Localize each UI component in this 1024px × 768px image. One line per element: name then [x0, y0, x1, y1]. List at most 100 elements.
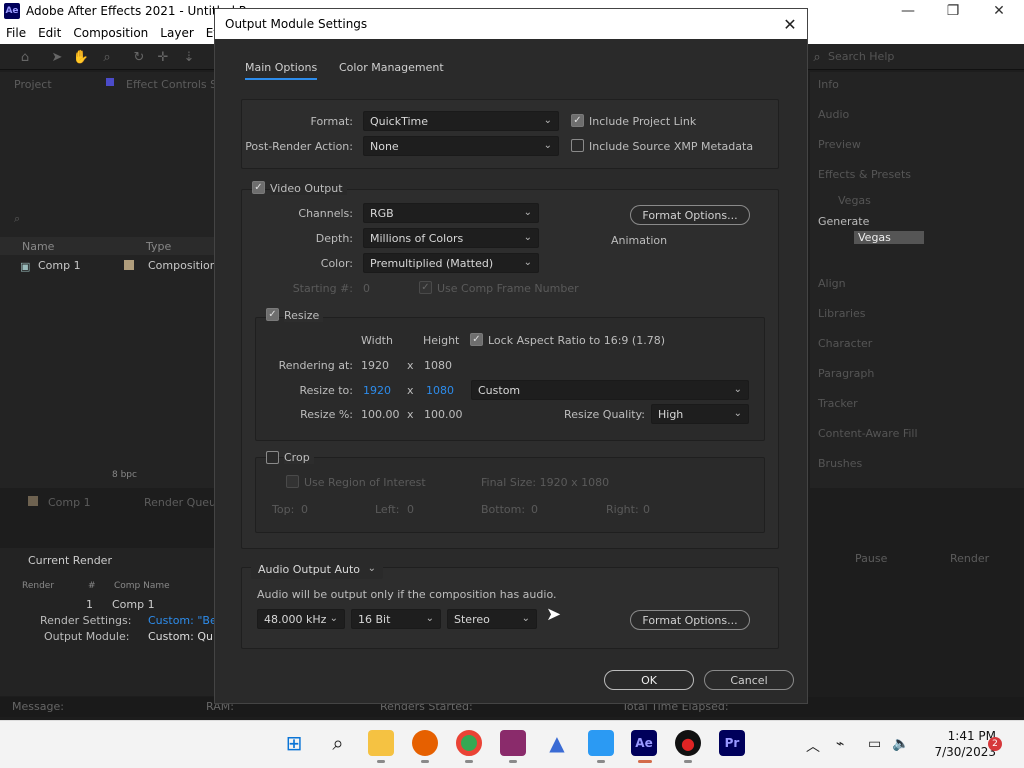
- align-panel-tab[interactable]: Align: [818, 277, 846, 290]
- paragraph-panel-tab[interactable]: Paragraph: [818, 367, 874, 380]
- render-column-header[interactable]: Render: [22, 581, 54, 591]
- menu-edit[interactable]: Edit: [38, 26, 61, 40]
- resize-preset-select[interactable]: Custom ⌄: [471, 380, 749, 400]
- notification-badge[interactable]: 2: [988, 737, 1002, 751]
- project-search-icon[interactable]: ⌕: [14, 212, 20, 226]
- clock[interactable]: 1:41 PM 7/30/2023: [918, 728, 996, 760]
- winrar-icon[interactable]: [500, 730, 526, 756]
- name-column-header[interactable]: Name: [22, 240, 54, 253]
- hand-tool-icon[interactable]: ✋: [72, 48, 90, 66]
- render-button[interactable]: Render: [950, 552, 989, 565]
- video-format-options-button[interactable]: Format Options...: [630, 205, 750, 225]
- preview-panel-tab[interactable]: Preview: [818, 138, 861, 151]
- rotate-tool-icon[interactable]: ↻: [130, 48, 148, 66]
- tab-main-options[interactable]: Main Options: [245, 61, 318, 80]
- anchor-tool-icon[interactable]: ✛: [154, 48, 172, 66]
- inkscape-icon[interactable]: ▲: [544, 730, 570, 756]
- info-panel-tab[interactable]: Info: [818, 78, 839, 91]
- tracker-panel-tab[interactable]: Tracker: [818, 397, 858, 410]
- home-icon[interactable]: ⌂: [16, 48, 34, 66]
- color-select[interactable]: Premultiplied (Matted) ⌄: [363, 253, 539, 273]
- include-xmp-checkbox[interactable]: [571, 139, 584, 152]
- after-effects-taskbar-icon[interactable]: Ae: [631, 730, 657, 756]
- character-panel-tab[interactable]: Character: [818, 337, 872, 350]
- video-output-checkbox[interactable]: ✓: [252, 181, 265, 194]
- windows-start-icon[interactable]: ⊞: [281, 730, 307, 756]
- post-render-action-select[interactable]: None ⌄: [363, 136, 559, 156]
- message-label: Message:: [12, 700, 64, 713]
- menu-layer[interactable]: Layer: [160, 26, 193, 40]
- resize-width-field[interactable]: 1920: [363, 384, 391, 397]
- ok-button[interactable]: OK: [604, 670, 694, 690]
- effects-search-field[interactable]: Vegas: [838, 194, 871, 207]
- render-queue-tab[interactable]: Render Queue: [144, 496, 223, 509]
- audio-output-select[interactable]: Audio Output Auto ⌄: [251, 559, 383, 579]
- recorder-icon[interactable]: ●: [675, 730, 701, 756]
- render-item-comp[interactable]: Comp 1: [112, 598, 155, 611]
- firefox-icon[interactable]: [412, 730, 438, 756]
- pan-behind-tool-icon[interactable]: ⇣: [180, 48, 198, 66]
- format-select[interactable]: QuickTime ⌄: [363, 111, 559, 131]
- depth-select[interactable]: Millions of Colors ⌄: [363, 228, 539, 248]
- dialog-close-icon[interactable]: ✕: [779, 13, 801, 35]
- premiere-icon[interactable]: Pr: [719, 730, 745, 756]
- network-off-icon[interactable]: ⌁: [836, 736, 844, 752]
- selection-tool-icon[interactable]: ➤: [48, 48, 66, 66]
- cancel-button[interactable]: Cancel: [704, 670, 794, 690]
- include-project-link-checkbox[interactable]: ✓: [571, 114, 584, 127]
- libraries-panel-tab[interactable]: Libraries: [818, 307, 866, 320]
- zoom-tool-icon[interactable]: ⌕: [98, 48, 116, 66]
- project-tab[interactable]: Project: [14, 78, 52, 91]
- comp-name-column-header[interactable]: Comp Name: [114, 581, 170, 591]
- volume-icon[interactable]: 🔈: [892, 736, 909, 752]
- menu-file[interactable]: File: [6, 26, 26, 40]
- dialog-title: Output Module Settings: [225, 17, 368, 31]
- crop-section: [255, 457, 765, 533]
- lock-aspect-ratio-checkbox[interactable]: ✓: [470, 333, 483, 346]
- search-icon[interactable]: ⌕: [808, 48, 826, 66]
- tray-chevron-up-icon[interactable]: ︿: [806, 736, 820, 756]
- bit-depth-value: 16 Bit: [358, 612, 391, 626]
- chrome-icon[interactable]: [456, 730, 482, 756]
- dialog-titlebar: Output Module Settings: [215, 9, 807, 39]
- resize-height-field[interactable]: 1080: [426, 384, 454, 397]
- menu-composition[interactable]: Composition: [73, 26, 148, 40]
- crop-right-value: 0: [643, 503, 650, 516]
- resize-label: Resize: [284, 309, 324, 322]
- sample-rate-select[interactable]: 48.000 kHz ⌄: [257, 609, 345, 629]
- content-aware-fill-panel-tab[interactable]: Content-Aware Fill: [818, 427, 918, 440]
- audio-format-options-button[interactable]: Format Options...: [630, 610, 750, 630]
- type-column-header[interactable]: Type: [146, 240, 171, 253]
- resize-percent-label: Resize %:: [300, 408, 353, 421]
- generate-category[interactable]: Generate: [818, 215, 869, 228]
- app-close-icon[interactable]: ✕: [976, 0, 1022, 22]
- resize-checkbox[interactable]: ✓: [266, 308, 279, 321]
- rendering-x: x: [407, 359, 414, 372]
- audio-output-section: [241, 567, 779, 649]
- display-icon[interactable]: ▭: [868, 736, 881, 752]
- file-explorer-icon[interactable]: [368, 730, 394, 756]
- bit-depth-select[interactable]: 16 Bit ⌄: [351, 609, 441, 629]
- tab-color-management[interactable]: Color Management: [339, 61, 444, 74]
- maximize-icon[interactable]: ❐: [930, 0, 976, 22]
- comp-tab[interactable]: Comp 1: [48, 496, 91, 509]
- search-help-field[interactable]: Search Help: [828, 50, 894, 63]
- pause-button[interactable]: Pause: [855, 552, 887, 565]
- resize-quality-select[interactable]: High ⌄: [651, 404, 749, 424]
- crop-top-value: 0: [301, 503, 308, 516]
- search-taskbar-icon[interactable]: ⌕: [325, 730, 351, 756]
- channels-select[interactable]: RGB ⌄: [363, 203, 539, 223]
- crop-checkbox[interactable]: [266, 451, 279, 464]
- after-effects-logo-icon: Ae: [4, 3, 20, 19]
- brushes-panel-tab[interactable]: Brushes: [818, 457, 862, 470]
- effects-presets-panel-tab[interactable]: Effects & Presets: [818, 168, 911, 181]
- audio-channels-select[interactable]: Stereo ⌄: [447, 609, 537, 629]
- notepad-icon[interactable]: [588, 730, 614, 756]
- project-item-name[interactable]: Comp 1: [38, 259, 81, 272]
- minimize-icon[interactable]: —: [885, 0, 931, 22]
- vegas-effect[interactable]: Vegas: [854, 231, 924, 244]
- number-column-header[interactable]: #: [88, 581, 96, 591]
- effect-controls-tab[interactable]: Effect Controls Sh: [126, 78, 224, 91]
- audio-panel-tab[interactable]: Audio: [818, 108, 849, 121]
- bpc-indicator[interactable]: 8 bpc: [112, 470, 137, 480]
